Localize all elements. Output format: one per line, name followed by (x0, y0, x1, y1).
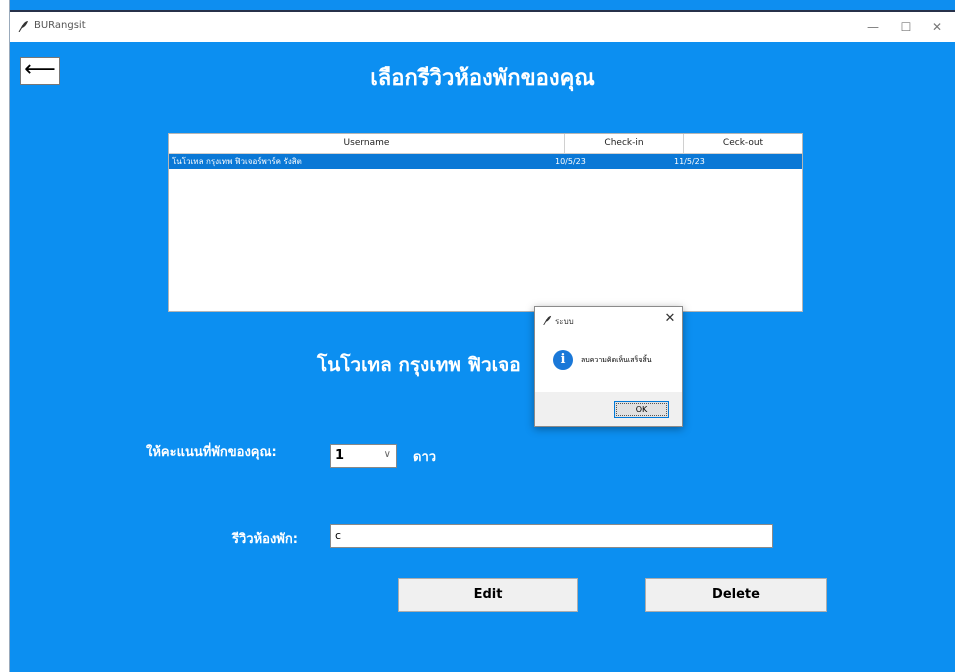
ok-button[interactable]: OK (614, 401, 669, 418)
window-title: BURangsit (34, 20, 86, 31)
page-title: เลือกรีวิวห้องพักของคุณ (370, 66, 595, 91)
column-header-check-in[interactable]: Check-in (565, 134, 684, 153)
reviews-table[interactable]: Username Check-in Ceck-out โนโวเทล กรุงเ… (168, 133, 803, 312)
rating-select[interactable]: 1 ∨ (330, 444, 397, 468)
dialog-message: ลบความคิดเห็นเสร็จสิ้น (581, 356, 652, 364)
feather-icon (543, 315, 552, 325)
column-header-check-out[interactable]: Ceck-out (684, 134, 802, 153)
minimize-button[interactable]: — (858, 16, 888, 38)
review-label: รีวิวห้องพัก: (232, 532, 298, 547)
cell-check-in: 10/5/23 (555, 157, 586, 166)
app-window: BURangsit — ☐ ✕ ⟵ เลือกรีวิวห้องพักของคุ… (10, 10, 955, 672)
background-window-edge (0, 0, 10, 672)
message-dialog: ระบบ ✕ i ลบความคิดเห็นเสร็จสิ้น OK (534, 306, 683, 427)
chevron-down-icon: ∨ (383, 449, 391, 460)
rating-label: ให้คะแนนที่พักของคุณ: (146, 445, 277, 460)
info-icon: i (553, 350, 573, 370)
edit-button[interactable]: Edit (398, 578, 578, 612)
rating-value: 1 (335, 448, 345, 463)
title-bar: BURangsit — ☐ ✕ (10, 12, 955, 42)
dialog-title-bar: ระบบ ✕ (535, 307, 682, 333)
hotel-name: โนโวเทล กรุงเทพ ฟิวเจอ (317, 354, 521, 376)
delete-button[interactable]: Delete (645, 578, 827, 612)
feather-icon (18, 21, 28, 32)
maximize-button[interactable]: ☐ (891, 16, 921, 38)
column-header-username[interactable]: Username (169, 134, 565, 153)
cell-check-out: 11/5/23 (674, 157, 705, 166)
dialog-title: ระบบ (555, 317, 574, 326)
rating-unit-label: ดาว (413, 450, 437, 465)
table-row[interactable]: โนโวเทล กรุงเทพ ฟิวเจอร์พาร์ค รังสิต 10/… (169, 154, 802, 169)
review-input[interactable]: c (330, 524, 773, 548)
cell-username: โนโวเทล กรุงเทพ ฟิวเจอร์พาร์ค รังสิต (172, 157, 302, 166)
table-header: Username Check-in Ceck-out (169, 134, 802, 154)
close-button[interactable]: ✕ (922, 16, 952, 38)
dialog-close-button[interactable]: ✕ (662, 310, 678, 328)
